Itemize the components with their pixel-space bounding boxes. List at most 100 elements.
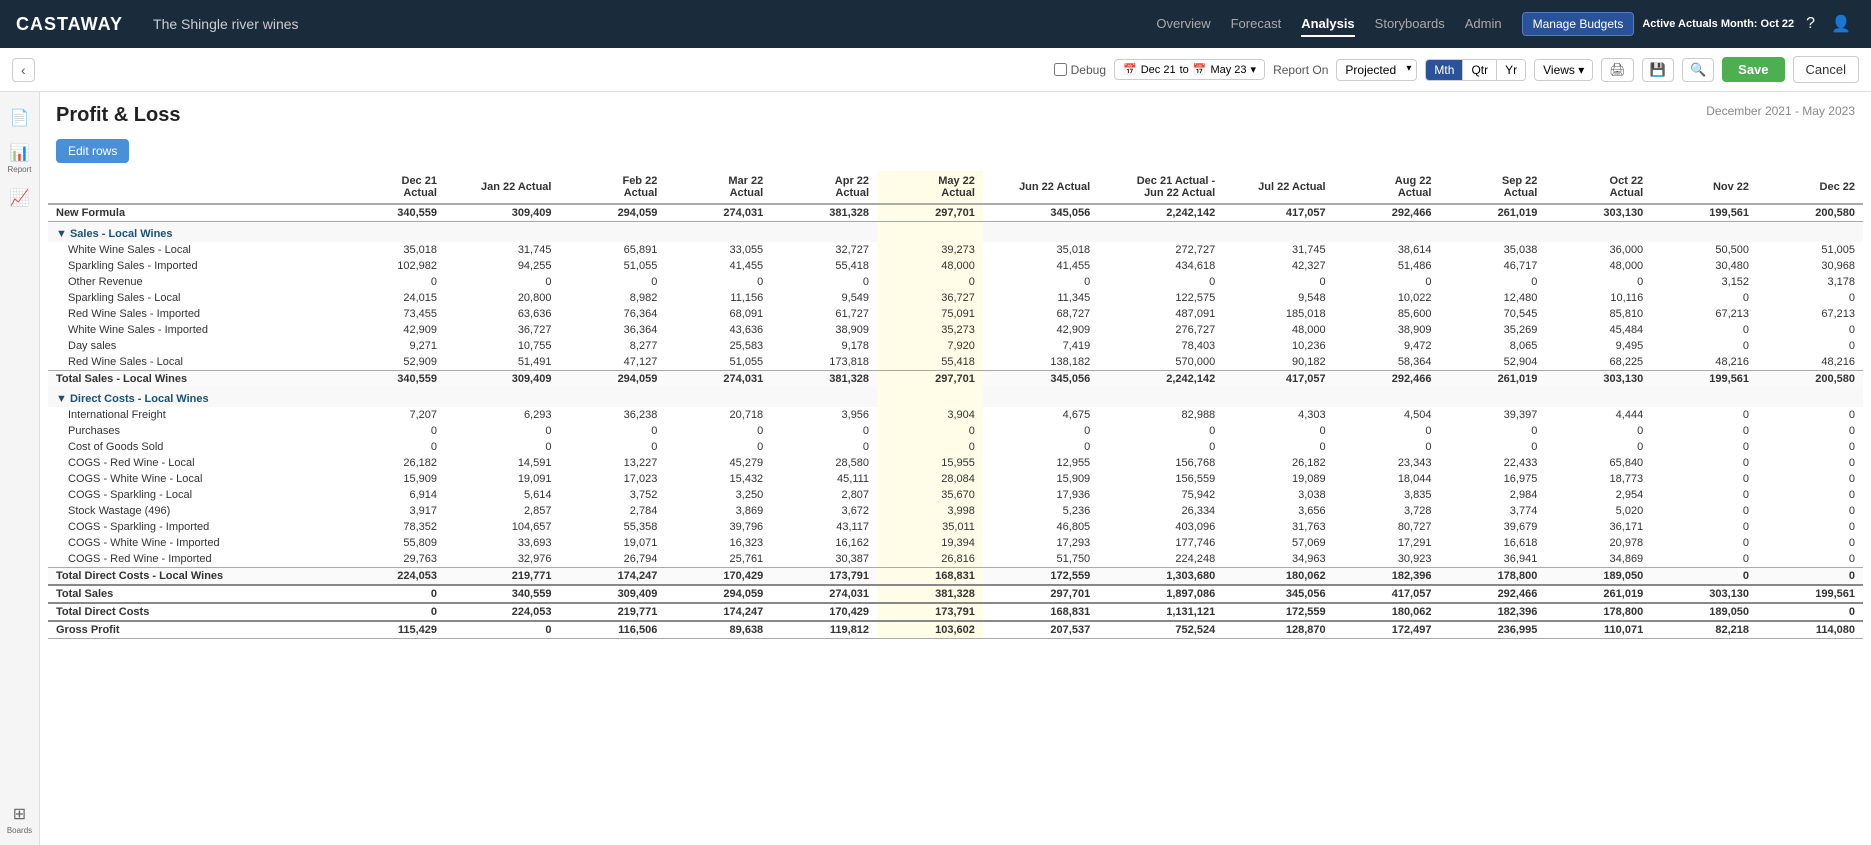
- cell-value: 0: [665, 439, 771, 455]
- cell-value: 33,055: [665, 242, 771, 258]
- nav-analysis[interactable]: Analysis: [1301, 12, 1354, 37]
- cell-value: 309,409: [445, 371, 559, 388]
- nav-overview[interactable]: Overview: [1156, 12, 1210, 37]
- cell-value: 0: [1334, 423, 1440, 439]
- sidebar-item-boards[interactable]: ⊞ Boards: [2, 801, 38, 837]
- cell-value: 180,062: [1334, 603, 1440, 621]
- cell-value: 17,293: [983, 535, 1098, 551]
- projected-select-wrapper[interactable]: Projected ▾: [1336, 59, 1417, 81]
- profit-loss-table: Dec 21Actual Jan 22 Actual Feb 22Actual …: [48, 171, 1863, 639]
- row-label: Total Sales: [48, 585, 339, 603]
- cell-value: 8,982: [559, 290, 665, 306]
- manage-budgets-button[interactable]: Manage Budgets: [1522, 12, 1635, 36]
- column-headers-row: Dec 21Actual Jan 22 Actual Feb 22Actual …: [48, 171, 1863, 204]
- nav-forecast[interactable]: Forecast: [1231, 12, 1282, 37]
- cell-value: 48,000: [1223, 322, 1333, 338]
- cell-value: 15,909: [339, 471, 445, 487]
- sidebar-item-chart[interactable]: 📈: [2, 180, 38, 216]
- cell-value: 0: [1757, 603, 1863, 621]
- cell-value: 2,984: [1439, 487, 1545, 503]
- nav-links: Overview Forecast Analysis Storyboards A…: [1156, 12, 1501, 37]
- cell-value: 0: [1651, 439, 1757, 455]
- cell-value: 0: [339, 603, 445, 621]
- date-from: Dec 21: [1141, 64, 1176, 76]
- cell-value: [983, 387, 1098, 407]
- cell-value: 0: [877, 274, 983, 290]
- qtr-button[interactable]: Qtr: [1463, 60, 1497, 80]
- cell-value: 3,178: [1757, 274, 1863, 290]
- debug-checkbox[interactable]: [1054, 63, 1067, 76]
- cell-value: 3,672: [771, 503, 877, 519]
- date-to: May 23: [1210, 64, 1246, 76]
- boards-label: Boards: [7, 826, 32, 835]
- debug-checkbox-group[interactable]: Debug: [1054, 63, 1106, 77]
- main-layout: 📄 📊 Report 📈 ⊞ Boards Profit & Loss Dece…: [0, 92, 1871, 845]
- row-label: COGS - Sparkling - Local: [48, 487, 339, 503]
- cell-value: 1,303,680: [1098, 568, 1223, 586]
- cell-value: [1223, 222, 1333, 243]
- cell-value: 0: [1651, 551, 1757, 568]
- date-range-button[interactable]: 📅 Dec 21 to 📅 May 23 ▾: [1114, 59, 1265, 80]
- cell-value: 345,056: [1223, 585, 1333, 603]
- sidebar-item-report[interactable]: 📊 Report: [2, 140, 38, 176]
- cell-value: 417,057: [1334, 585, 1440, 603]
- col-header-dec21-jun22: Dec 21 Actual -Jun 22 Actual: [1098, 171, 1223, 204]
- print-icon[interactable]: 🖨: [1601, 58, 1634, 82]
- cell-value: 9,495: [1545, 338, 1651, 354]
- cell-value: 3,835: [1334, 487, 1440, 503]
- nav-storyboards[interactable]: Storyboards: [1375, 12, 1445, 37]
- cell-value: 309,409: [445, 204, 559, 222]
- projected-select[interactable]: Projected: [1336, 59, 1417, 81]
- cell-value: 0: [1757, 423, 1863, 439]
- table-row: White Wine Sales - Local35,01831,74565,8…: [48, 242, 1863, 258]
- col-header-mar22: Mar 22Actual: [665, 171, 771, 204]
- cell-value: 340,559: [339, 371, 445, 388]
- cell-value: 0: [339, 423, 445, 439]
- cell-value: 274,031: [665, 371, 771, 388]
- save-file-icon[interactable]: 💾: [1642, 58, 1674, 82]
- cell-value: 110,071: [1545, 621, 1651, 639]
- back-button[interactable]: ‹: [12, 58, 35, 82]
- cell-value: 294,059: [665, 585, 771, 603]
- cell-value: 41,455: [665, 258, 771, 274]
- cell-value: 65,891: [559, 242, 665, 258]
- table-row: Total Sales - Local Wines340,559309,4092…: [48, 371, 1863, 388]
- table-row: Gross Profit115,4290116,50689,638119,812…: [48, 621, 1863, 639]
- cell-value: 35,670: [877, 487, 983, 503]
- cell-value: 39,273: [877, 242, 983, 258]
- cell-value: 0: [1651, 322, 1757, 338]
- cell-value: 274,031: [665, 204, 771, 222]
- cell-value: 0: [771, 274, 877, 290]
- table-wrapper: Dec 21Actual Jan 22 Actual Feb 22Actual …: [40, 171, 1871, 639]
- views-button[interactable]: Views ▾: [1534, 59, 1593, 81]
- cell-value: 36,941: [1439, 551, 1545, 568]
- cell-value: 4,675: [983, 407, 1098, 423]
- save-button[interactable]: Save: [1722, 57, 1784, 82]
- cell-value: 0: [1651, 519, 1757, 535]
- edit-rows-button[interactable]: Edit rows: [56, 139, 129, 163]
- cell-value: 3,917: [339, 503, 445, 519]
- user-icon[interactable]: 👤: [1827, 10, 1855, 38]
- cancel-button[interactable]: Cancel: [1793, 56, 1859, 83]
- row-label: Gross Profit: [48, 621, 339, 639]
- cell-value: 9,549: [771, 290, 877, 306]
- cell-value: 28,580: [771, 455, 877, 471]
- help-icon[interactable]: ?: [1802, 11, 1819, 37]
- cell-value: [1757, 222, 1863, 243]
- cell-value: 345,056: [983, 204, 1098, 222]
- cell-value: [445, 222, 559, 243]
- cell-value: 0: [771, 439, 877, 455]
- sidebar-item-document[interactable]: 📄: [2, 100, 38, 136]
- cell-value: 0: [1757, 322, 1863, 338]
- search-icon[interactable]: 🔍: [1682, 58, 1714, 82]
- nav-admin[interactable]: Admin: [1465, 12, 1502, 37]
- cell-value: 5,020: [1545, 503, 1651, 519]
- mth-button[interactable]: Mth: [1426, 60, 1463, 80]
- table-row: Other Revenue0000000000003,1523,178: [48, 274, 1863, 290]
- cell-value: 20,978: [1545, 535, 1651, 551]
- yr-button[interactable]: Yr: [1497, 60, 1525, 80]
- cell-value: [339, 222, 445, 243]
- cell-value: 2,242,142: [1098, 204, 1223, 222]
- table-row: COGS - Red Wine - Imported29,76332,97626…: [48, 551, 1863, 568]
- cell-value: 61,727: [771, 306, 877, 322]
